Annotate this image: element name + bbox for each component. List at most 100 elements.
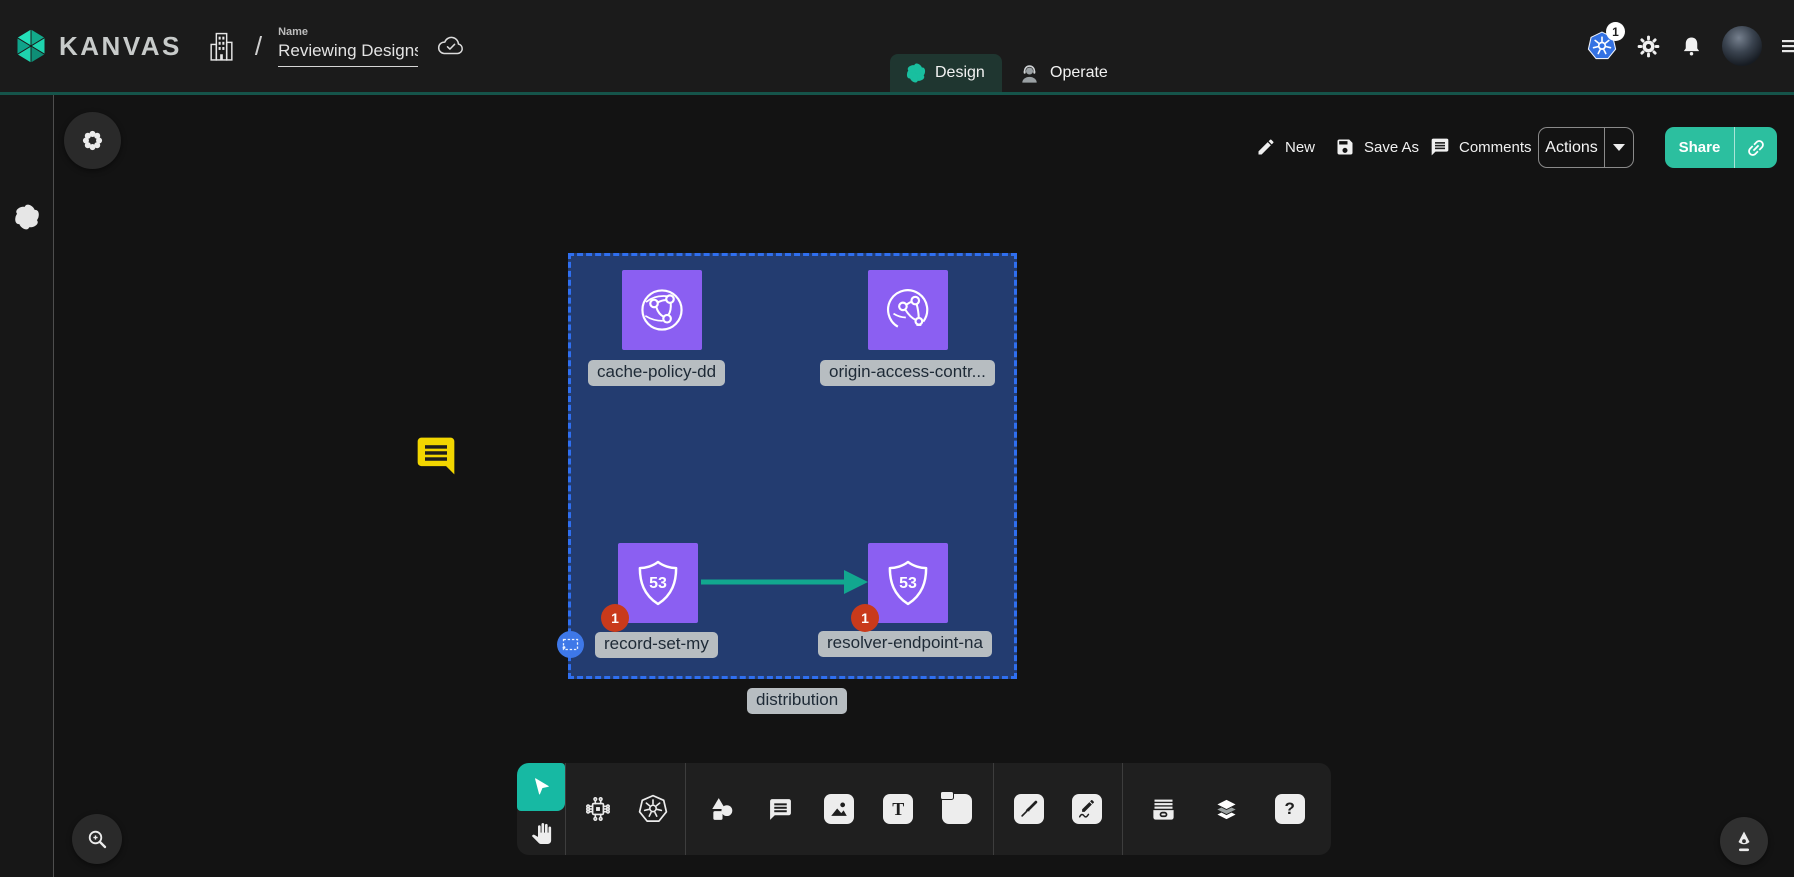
pan-tool-button[interactable] bbox=[517, 811, 565, 855]
actions-label: Actions bbox=[1539, 128, 1604, 167]
dock-section-platform bbox=[566, 763, 685, 855]
shapes-tool-button[interactable] bbox=[699, 786, 745, 832]
design-name-input[interactable] bbox=[278, 40, 418, 67]
help-tool-button[interactable]: ? bbox=[1267, 786, 1313, 832]
tab-operate-label: Operate bbox=[1050, 64, 1108, 82]
left-sidebar bbox=[0, 95, 54, 877]
pen-mode-button[interactable] bbox=[1720, 817, 1768, 865]
header-left: KANVAS / Name bbox=[12, 0, 466, 92]
kubernetes-context-button[interactable]: 1 bbox=[1587, 31, 1617, 61]
operator-icon bbox=[1018, 62, 1041, 85]
layers-icon bbox=[1213, 796, 1240, 823]
meshery-spiral-icon[interactable] bbox=[14, 204, 40, 230]
node-label-resolver-endpoint[interactable]: resolver-endpoint-na bbox=[818, 631, 992, 657]
comment-icon bbox=[768, 797, 793, 822]
tab-operate[interactable]: Operate bbox=[1002, 54, 1124, 92]
dock-section-draw bbox=[994, 763, 1122, 855]
kubernetes-tool-button[interactable] bbox=[630, 786, 676, 832]
pencil-scribble-icon bbox=[1072, 794, 1102, 824]
design-spiral-icon bbox=[906, 63, 926, 83]
image-icon bbox=[824, 794, 854, 824]
breadcrumb-separator: / bbox=[255, 31, 262, 62]
mode-tabs: Design Operate bbox=[890, 52, 1124, 92]
link-icon bbox=[1740, 132, 1771, 163]
comments-button[interactable]: Comments bbox=[1430, 137, 1532, 157]
shapes-icon bbox=[709, 796, 735, 822]
canvas-comment-pin[interactable] bbox=[414, 433, 458, 479]
comments-label: Comments bbox=[1459, 139, 1532, 156]
pencil-icon bbox=[1256, 137, 1276, 157]
node-resolver-endpoint[interactable]: 53 bbox=[868, 543, 948, 623]
overflow-menu-icon[interactable] bbox=[1781, 38, 1794, 54]
flower-gear-icon bbox=[80, 128, 105, 153]
text-icon: T bbox=[883, 794, 913, 824]
chip-icon bbox=[584, 795, 612, 823]
select-tool-button[interactable] bbox=[517, 763, 565, 811]
save-as-button[interactable]: Save As bbox=[1335, 137, 1419, 157]
zoom-in-icon bbox=[85, 827, 109, 851]
group-label-distribution[interactable]: distribution bbox=[747, 688, 847, 714]
name-field-label: Name bbox=[278, 26, 418, 38]
actions-split-button[interactable]: Actions bbox=[1538, 127, 1634, 168]
drawer-archive-icon bbox=[1150, 796, 1177, 823]
cloudfront-globe-open-icon bbox=[879, 281, 937, 339]
image-tool-button[interactable] bbox=[816, 786, 862, 832]
shapes-dock-button[interactable] bbox=[64, 112, 121, 169]
tab-design[interactable]: Design bbox=[890, 54, 1002, 92]
svg-text:53: 53 bbox=[899, 575, 917, 592]
new-design-button[interactable]: New bbox=[1256, 137, 1315, 157]
route53-shield-icon: 53 bbox=[629, 554, 687, 612]
note-tool-button[interactable] bbox=[934, 786, 980, 832]
node-label-origin-access[interactable]: origin-access-contr... bbox=[820, 360, 995, 386]
design-name-field: Name bbox=[278, 26, 418, 67]
user-avatar[interactable] bbox=[1722, 26, 1762, 66]
design-canvas[interactable]: New Save As Comments Actions Share bbox=[0, 0, 1794, 877]
freehand-draw-tool-button[interactable] bbox=[1064, 786, 1110, 832]
svg-text:53: 53 bbox=[649, 575, 667, 592]
actions-dropdown-toggle[interactable] bbox=[1605, 128, 1633, 167]
dashed-rect-icon bbox=[562, 638, 579, 651]
settings-gear-icon[interactable] bbox=[1636, 34, 1661, 59]
notification-badge[interactable]: 1 bbox=[851, 604, 879, 632]
node-cache-policy[interactable] bbox=[622, 270, 702, 350]
new-design-label: New bbox=[1285, 139, 1315, 156]
cloud-sync-icon[interactable] bbox=[436, 34, 466, 59]
text-tool-button[interactable]: T bbox=[875, 786, 921, 832]
node-label-cache-policy[interactable]: cache-policy-dd bbox=[588, 360, 725, 386]
dock-select-column bbox=[517, 763, 565, 855]
copy-link-button[interactable] bbox=[1735, 127, 1777, 168]
zoom-button[interactable] bbox=[72, 814, 122, 864]
node-origin-access-control[interactable] bbox=[868, 270, 948, 350]
help-icon: ? bbox=[1275, 794, 1305, 824]
kubernetes-context-count: 1 bbox=[1606, 22, 1625, 41]
header-right: 1 bbox=[1587, 0, 1794, 92]
edge-pen-tool-button[interactable] bbox=[1006, 786, 1052, 832]
cursor-arrow-icon bbox=[530, 776, 552, 798]
tool-dock: T bbox=[517, 763, 1331, 855]
components-tool-button[interactable] bbox=[575, 786, 621, 832]
organization-icon[interactable] bbox=[208, 31, 235, 62]
kanvas-wordmark: KANVAS bbox=[59, 31, 182, 62]
dock-section-manage: ? bbox=[1123, 763, 1330, 855]
kanvas-app: { "header": { "logo_text": "KANVAS", "br… bbox=[0, 0, 1794, 877]
drawer-tool-button[interactable] bbox=[1140, 786, 1186, 832]
kanvas-logo-icon[interactable] bbox=[12, 26, 50, 66]
cloudfront-globe-icon bbox=[633, 281, 691, 339]
route53-shield-icon: 53 bbox=[879, 554, 937, 612]
node-label-record-set[interactable]: record-set-my bbox=[595, 632, 718, 658]
notifications-bell-icon[interactable] bbox=[1680, 35, 1703, 58]
node-record-set[interactable]: 53 bbox=[618, 543, 698, 623]
chevron-down-icon bbox=[1613, 144, 1625, 151]
share-split-button[interactable]: Share bbox=[1665, 127, 1777, 168]
notification-badge[interactable]: 1 bbox=[601, 604, 629, 632]
share-label: Share bbox=[1665, 127, 1734, 168]
edge-record-set-to-resolver[interactable] bbox=[698, 560, 874, 605]
hand-icon bbox=[531, 823, 552, 844]
group-select-handle[interactable] bbox=[557, 631, 584, 658]
app-header: KANVAS / Name Design bbox=[0, 0, 1794, 95]
layers-tool-button[interactable] bbox=[1204, 786, 1250, 832]
save-icon bbox=[1335, 137, 1355, 157]
comments-icon bbox=[1430, 137, 1450, 157]
comment-tool-button[interactable] bbox=[758, 786, 804, 832]
dock-section-annotate: T bbox=[686, 763, 993, 855]
